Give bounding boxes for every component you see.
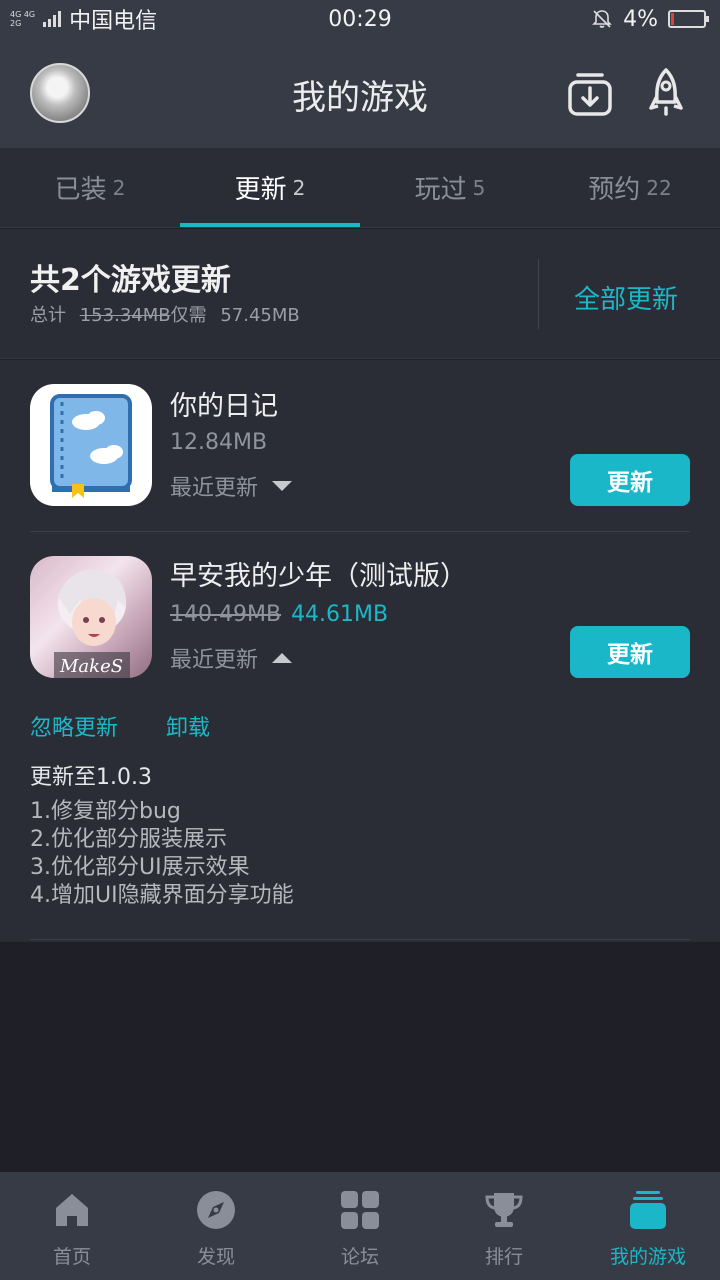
update-button[interactable]: 更新 bbox=[570, 626, 690, 678]
tab-installed[interactable]: 已装 2 bbox=[0, 148, 180, 227]
summary-title: 共2个游戏更新 bbox=[30, 263, 231, 298]
total-original-size: 153.34MB bbox=[79, 305, 171, 326]
game-app-icon[interactable]: MakeS bbox=[30, 556, 152, 678]
mute-bell-icon bbox=[592, 10, 613, 28]
ignore-update-link[interactable]: 忽略更新 bbox=[30, 710, 118, 742]
total-label: 总计 bbox=[30, 305, 66, 326]
need-label: 仅需 bbox=[170, 305, 207, 326]
need-size: 57.45MB bbox=[220, 305, 300, 326]
game-size: 140.49MB 44.61MB bbox=[170, 602, 388, 627]
game-name: 你的日记 bbox=[170, 391, 278, 422]
tab-count: 2 bbox=[292, 175, 306, 200]
nav-forum[interactable]: 论坛 bbox=[288, 1172, 432, 1280]
carrier-name: 中国电信 bbox=[69, 9, 158, 34]
compass-icon bbox=[197, 1191, 235, 1229]
tab-label: 预约 bbox=[588, 175, 641, 205]
nav-discover[interactable]: 发现 bbox=[144, 1172, 288, 1280]
game-name: 早安我的少年（测试版） bbox=[170, 561, 467, 592]
status-left: 4G 4G 2G 中国电信 bbox=[10, 3, 157, 35]
home-icon bbox=[56, 1194, 88, 1226]
tab-label: 更新 bbox=[234, 175, 287, 205]
update-note-line: 4.增加UI隐藏界面分享功能 bbox=[30, 883, 294, 908]
recent-update-toggle[interactable]: 最近更新 bbox=[170, 642, 293, 674]
nav-label: 首页 bbox=[52, 1246, 91, 1268]
recent-update-label: 最近更新 bbox=[170, 648, 259, 673]
list-item: 你的日记 12.84MB 最近更新 更新 bbox=[30, 384, 690, 532]
tab-count: 22 bbox=[646, 175, 672, 200]
nav-label: 论坛 bbox=[340, 1246, 379, 1268]
nav-my-games[interactable]: 我的游戏 bbox=[576, 1172, 720, 1280]
update-note-line: 1.修复部分bug bbox=[30, 799, 181, 824]
tab-label: 已装 bbox=[54, 175, 107, 205]
battery-percent: 4% bbox=[623, 6, 658, 32]
nav-label: 我的游戏 bbox=[609, 1246, 686, 1268]
summary-size: 总计 153.34MB仅需 57.45MB bbox=[30, 301, 300, 327]
update-notes: 更新至1.0.3 1.修复部分bug 2.优化部分服装展示 3.优化部分UI展示… bbox=[30, 764, 294, 910]
tab-bar: 已装 2 更新 2 玩过 5 预约 22 bbox=[0, 148, 720, 228]
status-right: 4% bbox=[591, 6, 709, 32]
list-item: MakeS 早安我的少年（测试版） 140.49MB 44.61MB 最近更新 更… bbox=[30, 532, 690, 940]
tab-played[interactable]: 玩过 5 bbox=[360, 148, 540, 227]
download-manager-icon[interactable] bbox=[566, 66, 614, 118]
divider bbox=[538, 259, 539, 329]
trophy-icon bbox=[485, 1193, 523, 1227]
tab-updates[interactable]: 更新 2 bbox=[180, 148, 360, 227]
game-list: 你的日记 12.84MB 最近更新 更新 MakeS 早安我的少年（测试版） 1… bbox=[0, 360, 720, 942]
new-size: 44.61MB bbox=[291, 602, 389, 627]
update-summary: 共2个游戏更新 总计 153.34MB仅需 57.45MB 全部更新 bbox=[0, 229, 720, 359]
app-header: 我的游戏 bbox=[0, 38, 720, 148]
recent-update-label: 最近更新 bbox=[170, 476, 259, 501]
recent-update-toggle[interactable]: 最近更新 bbox=[170, 470, 293, 502]
update-note-line: 2.优化部分服装展示 bbox=[30, 827, 227, 852]
nav-label: 排行 bbox=[484, 1246, 523, 1268]
update-version: 更新至1.0.3 bbox=[30, 765, 152, 790]
game-size: 12.84MB bbox=[170, 430, 268, 455]
uninstall-link[interactable]: 卸载 bbox=[166, 710, 210, 742]
update-all-button[interactable]: 全部更新 bbox=[574, 279, 678, 316]
grid-icon bbox=[341, 1191, 379, 1229]
network-type: 4G 4G 2G bbox=[10, 10, 35, 28]
tab-reserved[interactable]: 预约 22 bbox=[540, 148, 720, 227]
nav-label: 发现 bbox=[196, 1246, 235, 1268]
nav-ranking[interactable]: 排行 bbox=[432, 1172, 576, 1280]
caret-up-icon bbox=[272, 653, 293, 663]
rocket-icon[interactable] bbox=[642, 66, 690, 118]
network-type-bottom: 2G bbox=[10, 19, 22, 28]
caret-down-icon bbox=[272, 481, 293, 491]
battery-icon bbox=[668, 10, 709, 28]
tab-count: 5 bbox=[472, 175, 486, 200]
network-type-top: 4G 4G bbox=[10, 10, 36, 19]
nav-home[interactable]: 首页 bbox=[0, 1172, 144, 1280]
status-bar: 4G 4G 2G 中国电信 00:29 4% bbox=[0, 0, 720, 38]
old-size: 140.49MB bbox=[170, 602, 282, 627]
diary-app-icon[interactable] bbox=[30, 384, 152, 506]
tab-count: 2 bbox=[112, 175, 126, 200]
update-button[interactable]: 更新 bbox=[570, 454, 690, 506]
signal-icon bbox=[43, 11, 62, 27]
update-note-line: 3.优化部分UI展示效果 bbox=[30, 855, 250, 880]
tab-label: 玩过 bbox=[414, 175, 467, 205]
game-icon-logo: MakeS bbox=[59, 656, 123, 677]
stack-icon bbox=[630, 1191, 666, 1229]
bottom-nav: 首页 发现 论坛 排行 我的游戏 bbox=[0, 1172, 720, 1280]
